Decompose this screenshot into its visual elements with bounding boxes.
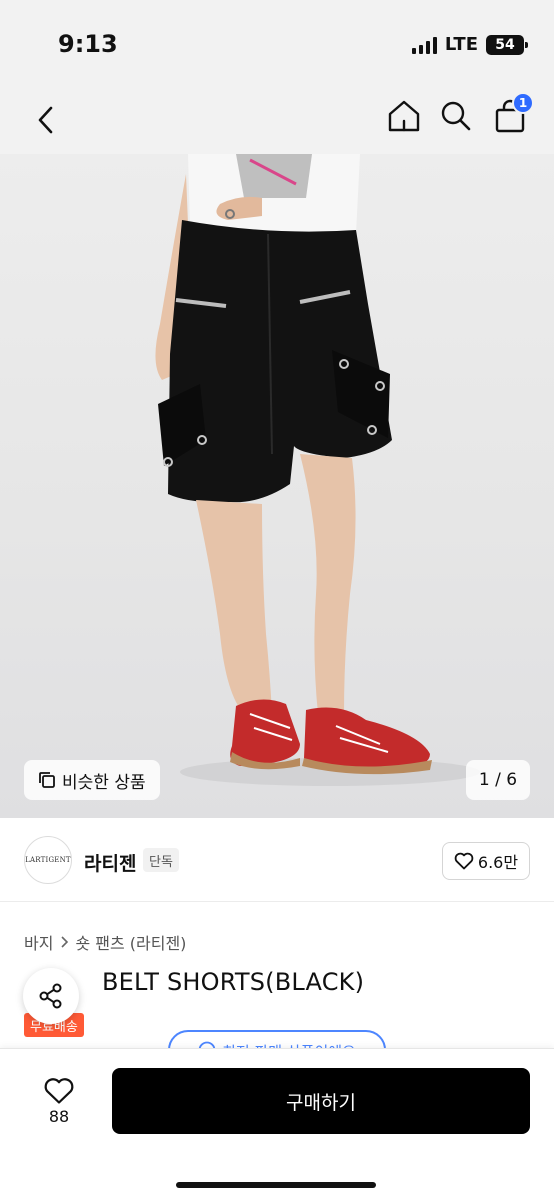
breadcrumb-item[interactable]: 바지 xyxy=(24,930,53,954)
shop-name[interactable]: 라티젠 xyxy=(84,849,136,876)
bottom-action-bar: 88 구매하기 xyxy=(0,1048,554,1200)
back-button[interactable] xyxy=(26,98,66,142)
shop-row[interactable]: LARTIGENT 라티젠 단독 6.6만 xyxy=(0,818,554,902)
network-label: LTE xyxy=(444,34,478,55)
chevron-left-icon xyxy=(38,106,53,134)
buy-button[interactable]: 구매하기 xyxy=(112,1068,530,1134)
signal-icon xyxy=(411,36,437,54)
shop-like-count: 6.6만 xyxy=(477,853,519,872)
status-indicators: LTE 54 xyxy=(411,34,528,55)
home-button[interactable] xyxy=(382,94,426,138)
wishlist-button[interactable]: 88 xyxy=(24,1069,94,1133)
shop-like-button[interactable]: 6.6만 xyxy=(442,842,530,880)
wishlist-count: 88 xyxy=(48,1106,70,1126)
similar-products-label: 비슷한 상품 xyxy=(62,772,146,793)
status-bar: 9:13 LTE 54 xyxy=(0,0,554,88)
home-indicator xyxy=(176,1182,376,1188)
share-icon xyxy=(39,983,62,1009)
image-page-counter: 1 / 6 xyxy=(466,760,530,800)
cart-badge: 1 xyxy=(512,92,534,114)
product-image-carousel[interactable]: 비슷한 상품 1 / 6 xyxy=(0,154,554,818)
product-photo xyxy=(155,154,480,786)
top-nav-bar: 1 xyxy=(0,88,554,154)
similar-products-button[interactable]: 비슷한 상품 xyxy=(24,760,160,800)
breadcrumb-item[interactable]: 숏 팬츠 (라티젠) xyxy=(75,930,186,954)
product-title-text: BELT SHORTS(BLACK) xyxy=(102,968,365,996)
exclusive-badge: 단독 xyxy=(143,848,179,872)
status-time: 9:13 xyxy=(58,30,118,58)
battery-icon: 54 xyxy=(486,34,528,55)
search-button[interactable] xyxy=(434,94,478,138)
share-button[interactable] xyxy=(23,968,79,1024)
heart-icon xyxy=(454,852,474,870)
copy-icon xyxy=(39,772,55,788)
cart-button[interactable]: 1 xyxy=(488,92,534,138)
chevron-right-icon xyxy=(61,936,69,948)
home-icon xyxy=(388,100,420,132)
search-icon xyxy=(441,101,471,131)
breadcrumb: 바지 숏 팬츠 (라티젠) xyxy=(24,930,186,954)
shop-logo[interactable]: LARTIGENT xyxy=(24,836,72,884)
heart-icon xyxy=(44,1077,74,1104)
